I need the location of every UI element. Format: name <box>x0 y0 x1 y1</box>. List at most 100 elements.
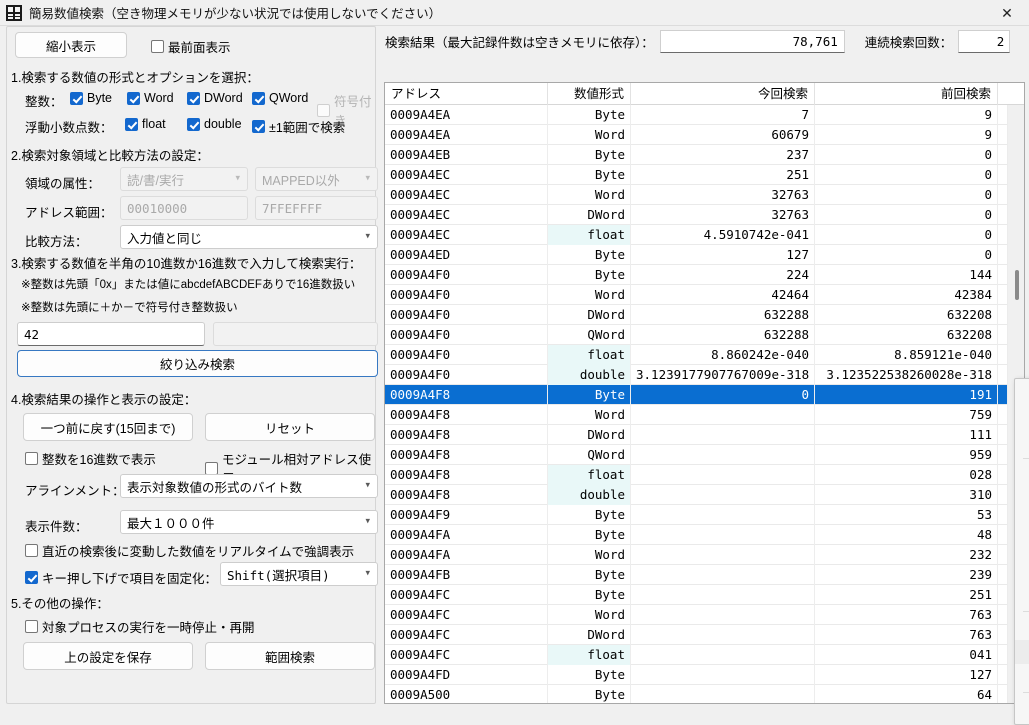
keyhold-key-select[interactable]: Shift(選択項目) ▾ <box>220 562 378 586</box>
table-row[interactable]: 0009A4EB Byte 237 0 <box>385 144 1024 165</box>
alignment-select[interactable]: 表示対象数値の形式のバイト数 ▾ <box>120 474 378 498</box>
sequence-count-field[interactable]: 2 <box>958 29 1011 53</box>
address-range-start-input[interactable]: 00010000 <box>120 196 248 220</box>
table-row[interactable]: 0009A4F0 double 3.1239177907767009e-318 3.1… <box>385 364 1024 385</box>
context-menu-item[interactable]: 演算実行ダイアログを表示... <box>1015 535 1029 559</box>
cell-addr: 0009A4F0 <box>385 324 548 345</box>
context-menu-item[interactable]: 選択アドレスで栞設定トグル <box>1015 430 1029 454</box>
results-count-value: 78,761 <box>792 33 838 49</box>
context-menu-item[interactable]: 構造体編集ダイアログを表示... <box>1015 559 1029 583</box>
byte-checkbox[interactable]: Byte <box>70 91 112 105</box>
table-row[interactable]: 0009A4F0 float 8.860242e-040 8.859121e-040 <box>385 344 1024 365</box>
results-scrollbar-thumb[interactable] <box>1015 270 1019 300</box>
save-settings-button[interactable]: 上の設定を保存 <box>23 642 193 670</box>
table-row[interactable]: 0009A4FC float 041 <box>385 644 1024 665</box>
table-row[interactable]: 0009A4F0 QWord 632288 632208 <box>385 324 1024 345</box>
table-row[interactable]: 0009A4FD Byte 127 <box>385 664 1024 685</box>
context-menu-separator <box>1023 458 1029 459</box>
cell-cur: 32763 <box>631 184 815 205</box>
search-value-input[interactable]: 42 <box>17 322 205 346</box>
context-menu-item[interactable]: 直接書き込みダイアログを表示... <box>1015 463 1029 487</box>
context-menu-item[interactable]: 固定化書き換えダイアログを表示... <box>1015 511 1029 535</box>
display-count-select[interactable]: 最大１０００件 ▾ <box>120 510 378 534</box>
topmost-checkbox[interactable]: 最前面表示 <box>151 37 231 56</box>
context-menu-item[interactable]: ブレークポイント設定ダイアログを表示... <box>1015 616 1029 640</box>
cell-prev: 0 <box>815 144 998 165</box>
region-attr-select[interactable]: 読/書/実行 ▾ <box>120 167 248 191</box>
cell-prev: 64 <box>815 684 998 703</box>
qword-checkbox[interactable]: QWord <box>252 91 308 105</box>
table-row[interactable]: 0009A4EA Word 60679 9 <box>385 124 1024 145</box>
column-header-address[interactable]: アドレス <box>385 83 548 105</box>
cell-addr: 0009A4FC <box>385 644 548 665</box>
table-row[interactable]: 0009A4EA Byte 7 9 <box>385 104 1024 125</box>
table-row[interactable]: 0009A4EC Byte 251 0 <box>385 164 1024 185</box>
region-mapped-select[interactable]: MAPPED以外 ▾ <box>255 167 378 191</box>
context-menu-item[interactable]: 直近の検索時の値を書き込む <box>1015 697 1029 721</box>
range-search-button[interactable]: 範囲検索 <box>205 642 375 670</box>
section3-note2: ※整数は先頭に＋か－で符号付き整数扱い <box>21 302 238 314</box>
undo-button[interactable]: 一つ前に戻す(15回まで) <box>23 413 193 441</box>
address-range-end-input[interactable]: 7FFEFFFF <box>255 196 378 220</box>
sequence-count-value: 2 <box>996 33 1005 49</box>
table-row[interactable]: 0009A4F0 DWord 632288 632208 <box>385 304 1024 325</box>
table-row[interactable]: 0009A4FB Byte 239 <box>385 564 1024 585</box>
realtime-highlight-checkbox[interactable]: 直近の検索後に変動した数値をリアルタイムで強調表示 <box>25 541 354 560</box>
double-checkbox[interactable]: double <box>187 117 242 131</box>
column-header-type[interactable]: 数値形式 <box>548 83 631 105</box>
context-menu-item[interactable]: 10/16進数表形式入出力ダイアログを表示... <box>1015 487 1029 511</box>
float-checkbox[interactable]: float <box>125 117 166 131</box>
results-count-field[interactable]: 78,761 <box>659 29 845 53</box>
table-row[interactable]: 0009A4FC DWord 763 <box>385 624 1024 645</box>
cell-type: DWord <box>548 424 631 445</box>
cell-addr: 0009A4EC <box>385 164 548 185</box>
table-row[interactable]: 0009A4F0 Byte 224 144 <box>385 264 1024 285</box>
table-row[interactable]: 0009A4FC Byte 251 <box>385 584 1024 605</box>
table-row[interactable]: 0009A4F8 float 028 <box>385 464 1024 485</box>
suspend-process-checkbox[interactable]: 対象プロセスの実行を一時停止・再開 <box>25 617 255 636</box>
cell-type: Byte <box>548 504 631 525</box>
table-row[interactable]: 0009A4F8 Word 759 <box>385 404 1024 425</box>
compare-method-select[interactable]: 入力値と同じ ▾ <box>120 225 378 249</box>
close-icon[interactable]: ✕ <box>985 0 1029 26</box>
context-menu-item[interactable]: メモリ領域操作ダイアログを表示... <box>1015 664 1029 688</box>
table-row[interactable]: 0009A4EC Word 32763 0 <box>385 184 1024 205</box>
table-row[interactable]: 0009A4F0 Word 42464 42384 <box>385 284 1024 305</box>
table-row[interactable]: 0009A4EC float 4.5910742e-041 0 <box>385 224 1024 245</box>
cell-cur: 0 <box>631 384 815 405</box>
context-menu-item[interactable]: 選択アドレスをコピー <box>1015 382 1029 406</box>
search-value-input-secondary[interactable] <box>213 322 378 346</box>
table-row[interactable]: 0009A4ED Byte 127 0 <box>385 244 1024 265</box>
realtime-highlight-checkbox-box <box>25 544 38 557</box>
column-header-current[interactable]: 今回検索 <box>631 83 815 105</box>
hex-display-checkbox[interactable]: 整数を16進数で表示 <box>25 449 156 468</box>
table-row[interactable]: 0009A4FA Word 232 <box>385 544 1024 565</box>
table-row[interactable]: 0009A4F8 double 310 <box>385 484 1024 505</box>
shrink-view-button[interactable]: 縮小表示 <box>15 32 127 58</box>
qword-checkbox-box <box>252 91 265 105</box>
word-checkbox[interactable]: Word <box>127 91 174 105</box>
dword-checkbox[interactable]: DWord <box>187 91 243 105</box>
table-row[interactable]: 0009A4FC Word 763 <box>385 604 1024 625</box>
table-row[interactable]: 0009A4EC DWord 32763 0 <box>385 204 1024 225</box>
context-menu-item[interactable]: 改造コード実行ダイアログを表示... <box>1015 583 1029 607</box>
narrow-search-button[interactable]: 絞り込み検索 <box>17 350 378 377</box>
column-header-previous[interactable]: 前回検索 <box>815 83 998 105</box>
cell-cur: 42464 <box>631 284 815 305</box>
dword-checkbox-box <box>187 91 200 105</box>
table-row[interactable]: 0009A4F9 Byte 53 <box>385 504 1024 525</box>
cell-addr: 0009A500 <box>385 684 548 703</box>
cell-addr: 0009A4EC <box>385 204 548 225</box>
table-row[interactable]: 0009A4FA Byte 48 <box>385 524 1024 545</box>
table-row[interactable]: 0009A500 Byte 64 <box>385 684 1024 703</box>
table-row[interactable]: 0009A4F8 Byte 0 191 <box>385 384 1024 405</box>
table-row[interactable]: 0009A4F8 QWord 959 <box>385 444 1024 465</box>
reset-button[interactable]: リセット <box>205 413 375 441</box>
context-menu-item[interactable]: 選択アドレスの今回検索値をコピー <box>1015 406 1029 430</box>
table-row[interactable]: 0009A4F8 DWord 111 <box>385 424 1024 445</box>
range-tolerance-checkbox[interactable]: ±1範囲で検索 <box>252 117 345 136</box>
cell-prev: 041 <box>815 644 998 665</box>
keyhold-freeze-checkbox[interactable]: キー押し下げで項目を固定化： <box>25 568 217 587</box>
context-menu-item[interactable]: VEH用ブレークポイント設定ダイアログを表示... <box>1015 640 1029 664</box>
cell-addr: 0009A4F8 <box>385 404 548 425</box>
